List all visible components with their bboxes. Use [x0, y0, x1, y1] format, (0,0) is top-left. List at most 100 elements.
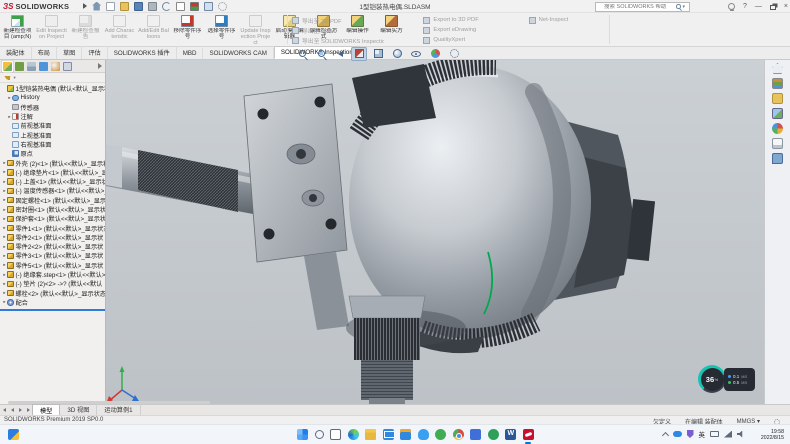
tree-item[interactable]: 上视基准面 [0, 130, 105, 139]
tree-item[interactable]: 传感器 [0, 103, 105, 112]
display-grid-icon[interactable] [204, 2, 213, 11]
tree-item[interactable]: ▸ (-) 绝缘垫片<1> (默认<<默认>_显 [0, 168, 105, 177]
help-button[interactable]: ? [743, 0, 747, 13]
command-tab[interactable]: 草图 [57, 46, 82, 59]
cloud-drive-icon[interactable] [418, 429, 429, 440]
command-tab[interactable]: MBD [177, 48, 204, 59]
custom-properties-icon[interactable] [772, 138, 783, 149]
export-button[interactable]: 导出至 SOLIDWORKS Inspection 项目 [292, 35, 384, 45]
file-explorer-icon[interactable] [365, 429, 376, 440]
solidworks-resources-icon[interactable] [772, 63, 783, 74]
propertymanager-tab[interactable] [15, 62, 24, 71]
tree-item[interactable]: 右视基准面 [0, 140, 105, 149]
displaymanager-tab[interactable] [51, 62, 60, 71]
ime-keyboard-icon[interactable] [710, 431, 719, 437]
home-icon[interactable] [92, 2, 101, 11]
tree-item[interactable]: 1型铠装热电偶 (默认<默认_显示状态-1 [0, 84, 105, 93]
panel-collapse-chevron-icon[interactable] [98, 63, 102, 69]
restore-button[interactable] [770, 5, 776, 10]
chrome-icon[interactable] [453, 429, 464, 440]
interference-check-icon[interactable] [190, 2, 199, 11]
onedrive-icon[interactable] [673, 431, 682, 437]
export-button[interactable]: 导出至 Excel [292, 25, 410, 35]
green-app-icon[interactable] [488, 429, 499, 440]
view-palette-icon[interactable] [772, 108, 783, 119]
search-caret-icon[interactable]: ▾ [683, 4, 686, 10]
task-view-icon[interactable] [330, 429, 341, 440]
tree-item[interactable]: 前视基准面 [0, 121, 105, 130]
tab-scroll-first-icon[interactable] [0, 406, 8, 415]
export-button[interactable]: QualityXpert [423, 35, 495, 45]
save-icon[interactable] [134, 2, 143, 11]
volume-icon[interactable] [737, 431, 744, 438]
filter-caret-icon[interactable]: ▾ [14, 75, 16, 81]
ribbon-button[interactable]: 新建检查报告 [70, 14, 101, 46]
tree-item[interactable]: ▸ History [0, 93, 105, 102]
blue-app-icon[interactable] [470, 429, 481, 440]
view-orientation-icon[interactable] [370, 47, 386, 61]
widgets-icon[interactable] [8, 429, 19, 440]
tab-scroll-next-icon[interactable] [16, 406, 24, 415]
ribbon-button[interactable]: Add/Edit Balloons [138, 14, 169, 46]
security-icon[interactable] [687, 430, 694, 438]
graphics-viewport[interactable]: 36% 0.1 M/S 0.5 M/S [106, 60, 764, 404]
design-library-icon[interactable] [772, 78, 783, 89]
options-gear-icon[interactable] [218, 2, 227, 11]
tree-item[interactable]: ▸ (-) 上盖<1> (默认<<默认>_显示状 [0, 177, 105, 186]
filter-funnel-icon[interactable] [4, 76, 11, 80]
solidworks-forum-icon[interactable] [772, 153, 783, 164]
login-user-icon[interactable] [728, 3, 735, 10]
command-tab[interactable]: 评估 [82, 46, 107, 59]
command-tab[interactable]: 布局 [32, 46, 57, 59]
export-button[interactable]: Export to 3D PDF [423, 15, 515, 25]
start-button[interactable] [297, 429, 308, 440]
command-tab[interactable]: SOLIDWORKS CAM [203, 48, 273, 59]
new-file-icon[interactable] [106, 2, 115, 11]
ribbon-button[interactable]: Update Inspection Project [240, 14, 271, 46]
open-file-icon[interactable] [120, 2, 129, 11]
network-icon[interactable] [724, 431, 732, 438]
store-icon[interactable] [400, 429, 411, 440]
file-explorer-icon[interactable] [772, 93, 783, 104]
tree-item[interactable]: ▸ 保护套<1> (默认<<默认>_显示状 [0, 214, 105, 223]
tree-item[interactable]: ▸ 零件3<1> (默认<<默认>_显示状 [0, 251, 105, 260]
tree-item[interactable]: ▸ (-) 垫片 (2)<2> ->? (默认<<默认 [0, 279, 105, 288]
search-icon[interactable] [676, 4, 681, 9]
ribbon-button[interactable]: 移除零件序号 [172, 14, 203, 46]
search-icon[interactable] [315, 430, 324, 439]
dimxpertmanager-tab[interactable] [39, 62, 48, 71]
tree-item[interactable]: 原点 [0, 149, 105, 158]
panel-splitter[interactable] [0, 309, 105, 311]
inspection-manager-tab[interactable] [63, 62, 72, 71]
display-style-icon[interactable] [389, 47, 405, 61]
zoom-fit-icon[interactable] [294, 47, 310, 61]
ribbon-button[interactable]: Add Characteristic [104, 14, 135, 46]
mail-icon[interactable] [383, 429, 394, 440]
tree-item[interactable]: ▸ 配合 [0, 298, 105, 307]
tree-item[interactable]: ▸ 注解 [0, 112, 105, 121]
export-button[interactable]: Net-Inspect [529, 15, 601, 25]
tree-item[interactable]: ▸ 外壳 (2)<1> (默认<<默认>_显示状 [0, 158, 105, 167]
tree-item[interactable]: ▸ 零件2<1> (默认<<默认>_显示状 [0, 233, 105, 242]
green-browser-icon[interactable] [435, 429, 446, 440]
ribbon-button[interactable]: Edit Inspection Project [36, 14, 67, 46]
tree-item[interactable]: ▸ (-) 绝缘套.step<1> (默认<<默认> [0, 270, 105, 279]
horizontal-scrollbar[interactable] [8, 401, 210, 404]
select-arrow-icon[interactable] [176, 2, 185, 11]
tray-chevron-icon[interactable] [661, 431, 668, 438]
word-icon[interactable] [505, 429, 516, 440]
edit-appearance-icon[interactable] [427, 47, 443, 61]
previous-view-icon[interactable] [332, 47, 348, 61]
edge-icon[interactable] [348, 429, 359, 440]
view-settings-icon[interactable] [446, 47, 462, 61]
tab-scroll-prev-icon[interactable] [8, 406, 16, 415]
hide-show-items-icon[interactable] [408, 47, 424, 61]
assembly-3d-model[interactable] [106, 60, 764, 404]
tab-scroll-last-icon[interactable] [24, 406, 32, 415]
configurationmanager-tab[interactable] [27, 62, 36, 71]
ribbon-button[interactable]: 选择零件序号 [206, 14, 237, 46]
export-button[interactable]: Export eDrawing [423, 25, 495, 35]
zoom-area-icon[interactable] [313, 47, 329, 61]
tree-item[interactable]: ▸ (-) 温度传感器<1> (默认<<默认>_ [0, 186, 105, 195]
tree-item[interactable]: ▸ 螺栓<2> (默认<<默认>_显示状态 [0, 289, 105, 298]
